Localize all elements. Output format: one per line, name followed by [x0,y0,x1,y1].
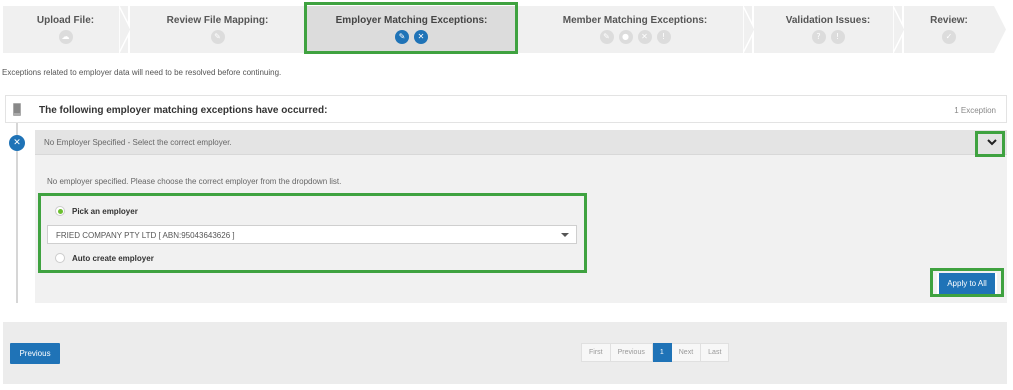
step-employer-matching-exceptions[interactable]: Employer Matching Exceptions: ✎ ✕ [305,6,518,53]
pencil-icon: ✎ [395,30,409,44]
step-label: Review File Mapping: [166,15,269,26]
step-label: Employer Matching Exceptions: [335,15,488,26]
step-end-arrow [994,6,1006,53]
user-icon: ● [618,30,633,44]
exceptions-panel-header: The following employer matching exceptio… [5,95,1007,123]
caret-down-icon [561,233,569,237]
wizard-steps: Upload File: ☁ Review File Mapping: ✎ Em… [3,6,1006,53]
pick-employer-label: Pick an employer [72,206,138,216]
step-label: Member Matching Exceptions: [562,15,708,26]
pencil-icon: ✎ [599,30,614,44]
pager-next[interactable]: Next [671,343,702,362]
step-label: Review: [930,15,968,26]
exception-count: 1 Exception [954,106,996,115]
step-review-file-mapping[interactable]: Review File Mapping: ✎ [130,6,305,53]
mobile-icon [13,103,21,116]
previous-button[interactable]: Previous [10,343,60,364]
exception-header[interactable]: No Employer Specified - Select the corre… [35,130,1007,155]
step-label: Validation Issues: [785,15,871,26]
auto-create-label: Auto create employer [72,253,154,263]
check-icon: ✓ [942,30,956,44]
auto-create-radio[interactable] [55,253,65,263]
chevron-down-icon[interactable] [983,134,1001,151]
pick-employer-radio[interactable] [55,206,65,216]
footer-bar: Previous First Previous 1 Next Last [3,322,1007,384]
apply-to-all-button[interactable]: Apply to All [937,273,997,294]
x-icon: ✕ [637,30,652,44]
question-icon: ? [811,30,826,44]
panel-title: The following employer matching exceptio… [39,105,328,116]
auto-create-option[interactable]: Auto create employer [55,253,154,263]
x-icon: ✕ [414,30,428,44]
step-label: Upload File: [36,15,95,26]
exception-item: No Employer Specified - Select the corre… [35,130,1007,303]
pick-employer-option[interactable]: Pick an employer [55,206,138,216]
exception-title: No Employer Specified - Select the corre… [44,138,232,147]
pager-first[interactable]: First [581,343,611,362]
edit-icon: ✎ [210,30,225,44]
step-validation-issues[interactable]: Validation Issues: ? ! [754,6,902,53]
step-upload-file[interactable]: Upload File: ☁ [3,6,128,53]
exclamation-icon: ! [656,30,671,44]
step-review[interactable]: Review: ✓ [904,6,994,53]
pager-current-page[interactable]: 1 [652,343,672,362]
pager-previous[interactable]: Previous [610,343,653,362]
employer-select[interactable]: FRIED COMPANY PTY LTD [ ABN:95043643626 … [47,225,577,244]
cloud-upload-icon: ☁ [58,30,73,44]
intro-text: Exceptions related to employer data will… [2,68,282,77]
pagination: First Previous 1 Next Last [581,343,730,362]
step-member-matching-exceptions[interactable]: Member Matching Exceptions: ✎ ● ✕ ! [518,6,752,53]
exception-description: No employer specified. Please choose the… [47,177,342,186]
pager-last[interactable]: Last [701,343,730,362]
exclamation-icon: ! [830,30,845,44]
employer-select-value: FRIED COMPANY PTY LTD [ ABN:95043643626 … [56,231,235,240]
x-icon: ✕ [9,135,25,151]
